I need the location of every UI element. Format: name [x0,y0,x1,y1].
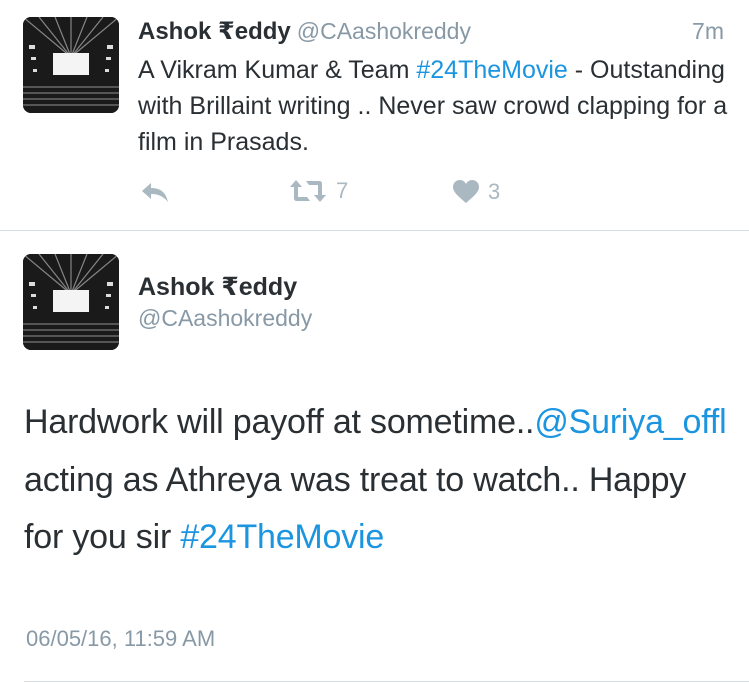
like-button[interactable]: 3 [452,179,500,205]
hashtag-link[interactable]: #24TheMovie [416,56,567,84]
hashtag-link[interactable]: #24TheMovie [180,518,384,556]
tweet-text-part: A Vikram Kumar & Team [138,56,417,84]
tweet-time: 7m [692,18,724,44]
reply-button[interactable] [140,180,170,204]
retweet-button[interactable]: 7 [288,178,348,204]
author-handle[interactable]: @CAashokreddy [297,18,471,44]
divider [24,681,749,682]
heart-icon [453,180,479,203]
tweet-timestamp: 06/05/16, 11:59 AM [26,626,216,651]
cinema-hall-image [23,17,119,113]
tweet-thread: Ashok ₹eddy @CAashokreddy 7m A Vikram Kum… [0,0,749,684]
retweet-icon [290,180,326,202]
tweet-header: Ashok ₹eddy @CAashokreddy [138,16,471,47]
avatar[interactable] [23,17,119,113]
cinema-hall-image [23,254,119,350]
tweet-actions: 7 3 [138,176,538,212]
reply-icon [142,183,168,202]
like-count: 3 [488,179,501,204]
divider [0,230,749,231]
tweet-text-part: Hardwork will payoff at sometime.. [24,403,535,441]
author-handle[interactable]: @CAashokreddy [138,304,312,332]
tweet-text: Hardwork will payoff at sometime..@Suriy… [24,394,734,567]
author-name[interactable]: Ashok ₹eddy [138,272,297,302]
mention-link[interactable]: @Suriya_offl [534,403,726,441]
author-name[interactable]: Ashok ₹eddy [138,18,291,45]
avatar[interactable] [23,254,119,350]
tweet-text: A Vikram Kumar & Team #24TheMovie - Outs… [138,52,728,160]
tweet-card[interactable]: Ashok ₹eddy @CAashokreddy 7m A Vikram Kum… [0,0,749,230]
retweet-count: 7 [336,178,349,203]
